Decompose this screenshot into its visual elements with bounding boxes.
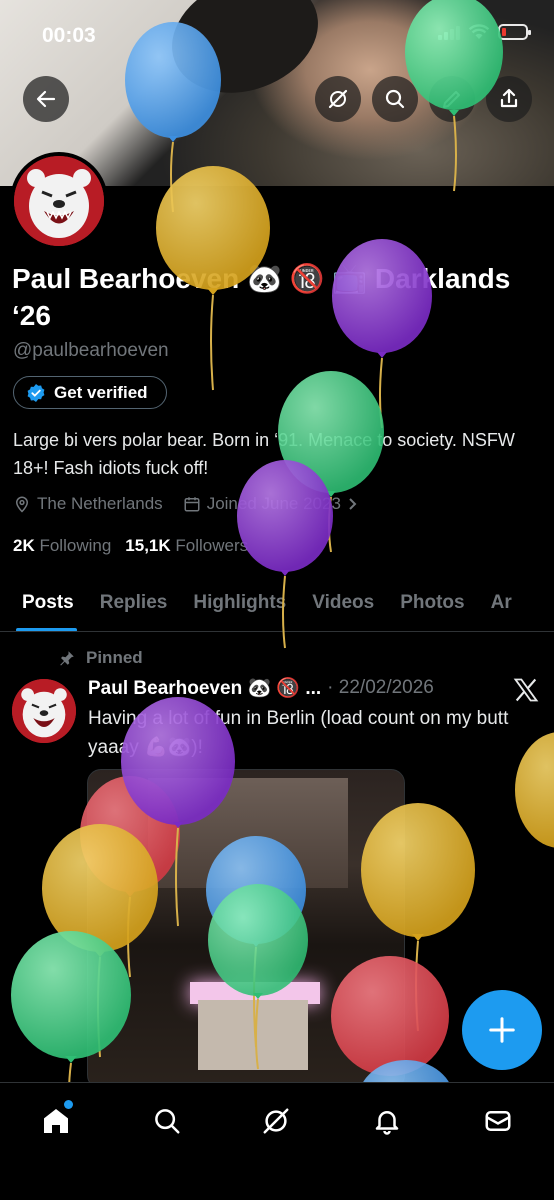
profile-name: Paul Bearhoeven 🐼 🔞 📺 Darklands ‘26 — [12, 263, 511, 331]
grok-icon — [328, 89, 348, 109]
calendar-icon — [184, 497, 200, 512]
get-verified-button[interactable]: Get verified — [13, 376, 167, 409]
status-icons — [438, 24, 531, 40]
post-media-image[interactable] — [87, 769, 405, 1089]
signal-icon — [438, 24, 460, 40]
joined-date[interactable]: Joined June 2023 — [183, 494, 359, 514]
arrow-left-icon — [36, 90, 56, 108]
followers-label: Followers — [175, 536, 249, 555]
nav-search[interactable] — [147, 1101, 187, 1141]
compose-post-button[interactable] — [462, 990, 542, 1070]
following-link[interactable]: 2K Following — [13, 536, 111, 556]
grok-button[interactable] — [315, 76, 361, 122]
tab-highlights[interactable]: Highlights — [180, 574, 299, 631]
location-pin-icon — [15, 496, 29, 513]
post-author-name[interactable]: Paul Bearhoeven 🐼 🔞 ... — [88, 676, 321, 700]
chevron-right-icon — [349, 498, 357, 510]
media-window — [148, 778, 348, 888]
home-icon — [44, 1109, 68, 1133]
bottom-navigation — [0, 1082, 554, 1200]
tab-posts[interactable]: Posts — [0, 574, 87, 631]
profile-tabs: Posts Replies Highlights Videos Photos A… — [0, 574, 554, 632]
following-label: Following — [39, 536, 112, 555]
nav-messages[interactable] — [478, 1101, 518, 1141]
nav-notifications[interactable] — [367, 1101, 407, 1141]
verified-badge-icon — [27, 383, 45, 402]
pinned-label: Pinned — [86, 648, 143, 667]
edit-button[interactable] — [429, 76, 475, 122]
followers-count: 15,1K — [125, 536, 171, 555]
location-text: The Netherlands — [37, 494, 163, 513]
location: The Netherlands — [13, 494, 163, 514]
following-count: 2K — [13, 536, 35, 555]
mail-icon — [485, 1111, 511, 1131]
plus-icon — [489, 1017, 515, 1043]
share-icon — [500, 88, 518, 108]
nav-home[interactable] — [36, 1100, 76, 1141]
search-icon — [385, 89, 405, 109]
status-bar: 00:03 — [0, 0, 554, 70]
polar-bear-avatar-art — [14, 156, 104, 246]
search-icon — [155, 1109, 180, 1134]
back-button[interactable] — [23, 76, 69, 122]
x-logo-icon[interactable] — [512, 676, 540, 704]
post-date: · 22/02/2026 — [327, 677, 434, 698]
joined-text: Joined June 2023 — [206, 494, 341, 513]
profile-meta: The Netherlands Joined June 2023 — [13, 494, 359, 514]
tab-articles[interactable]: Ar — [478, 574, 525, 631]
tab-photos[interactable]: Photos — [387, 574, 477, 631]
pin-icon — [60, 651, 74, 666]
search-profile-button[interactable] — [372, 76, 418, 122]
followers-link[interactable]: 15,1K Followers — [125, 536, 248, 556]
profile-handle: @paulbearhoeven — [13, 340, 169, 361]
share-button[interactable] — [486, 76, 532, 122]
polar-bear-avatar-art — [12, 679, 76, 743]
status-time: 00:03 — [42, 24, 96, 47]
post-text: Having a lot of fun in Berlin (load coun… — [88, 708, 509, 758]
profile-bio: Large bi vers polar bear. Born in ‘91. M… — [13, 430, 515, 478]
get-verified-label: Get verified — [54, 382, 148, 402]
battery-icon — [498, 24, 531, 40]
pencil-icon — [443, 91, 460, 108]
home-notification-dot — [64, 1100, 73, 1109]
bell-icon — [375, 1111, 399, 1135]
follow-stats: 2K Following 15,1K Followers — [13, 536, 248, 556]
pinned-indicator: Pinned — [58, 648, 143, 668]
post-author-avatar[interactable] — [12, 679, 76, 743]
media-cabinet — [198, 1000, 308, 1070]
tab-replies[interactable]: Replies — [87, 574, 181, 631]
profile-avatar[interactable] — [10, 152, 108, 250]
wifi-icon — [468, 24, 490, 39]
nav-grok[interactable] — [256, 1101, 296, 1141]
tab-videos[interactable]: Videos — [299, 574, 387, 631]
grok-icon — [263, 1108, 289, 1134]
post-header: Paul Bearhoeven 🐼 🔞 ... · 22/02/2026 — [88, 676, 434, 700]
